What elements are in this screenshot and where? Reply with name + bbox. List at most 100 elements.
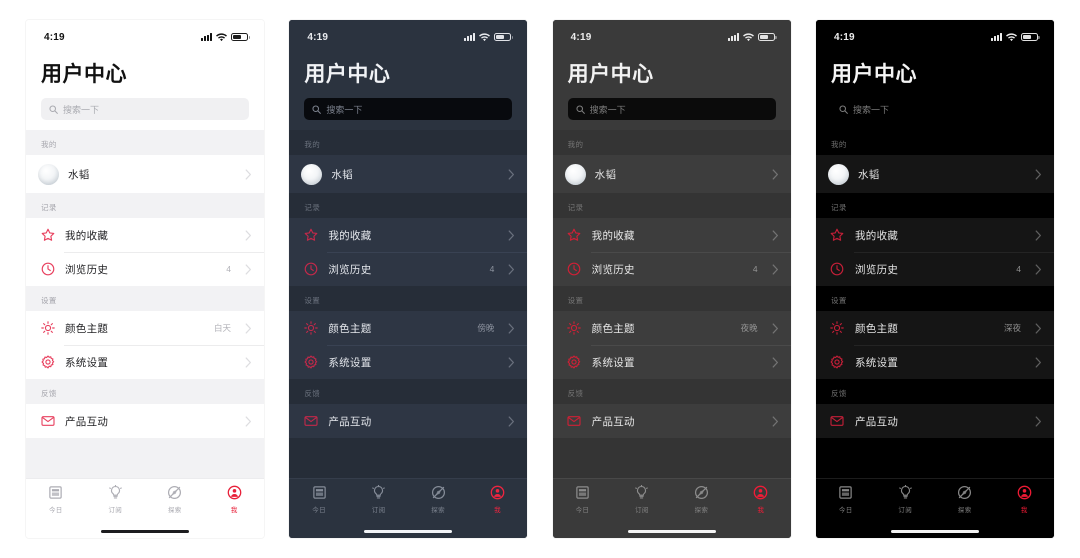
tab-today[interactable]: 今日: [553, 484, 613, 514]
row-product-feedback[interactable]: 产品互动: [816, 404, 1054, 438]
screenshot-stage: 4:19 用户中心 搜索一下 我的 水韬 记录 我的收藏 浏览历史 4 设置 颜…: [0, 0, 1080, 558]
section-header-feedback: 反馈: [304, 389, 321, 398]
settings-list[interactable]: 我的 水韬 记录 我的收藏 浏览历史 4: [26, 130, 264, 478]
group-mine: 水韬: [552, 155, 791, 193]
tab-label: 探索: [694, 507, 709, 514]
search-input[interactable]: 搜索一下: [830, 98, 1039, 120]
row-browse-history[interactable]: 浏览历史 4: [816, 252, 1054, 286]
home-indicator: [289, 524, 528, 538]
user-name: 水韬: [68, 168, 90, 181]
row-color-theme[interactable]: 颜色主题 深夜: [816, 311, 1054, 345]
row-label: 产品互动: [328, 415, 372, 428]
row-product-feedback[interactable]: 产品互动: [553, 404, 791, 438]
chevron-right-icon: [772, 263, 779, 275]
chevron-right-icon: [245, 229, 252, 241]
tab-bar[interactable]: 今日 订阅 探索 我: [289, 478, 528, 524]
settings-list[interactable]: 我的 水韬 记录 我的收藏 浏览历史 4: [815, 130, 1054, 478]
section-header-records: 记录: [567, 203, 584, 212]
tab-subscriptions[interactable]: 订阅: [86, 484, 146, 514]
tab-explore[interactable]: 探索: [935, 484, 995, 514]
row-user-profile[interactable]: 水韬: [816, 155, 1054, 193]
row-user-profile[interactable]: 水韬: [553, 155, 791, 193]
person-icon: [1016, 484, 1033, 501]
row-my-favorites[interactable]: 我的收藏: [26, 218, 264, 252]
row-label: 系统设置: [65, 356, 109, 369]
tab-me[interactable]: 我: [468, 484, 528, 514]
search-input[interactable]: 搜索一下: [567, 98, 776, 120]
star-icon: [303, 228, 318, 243]
newspaper-icon: [574, 484, 591, 501]
search-input[interactable]: 搜索一下: [41, 98, 249, 120]
settings-list[interactable]: 我的 水韬 记录 我的收藏 浏览历史 4: [289, 130, 528, 478]
row-color-theme[interactable]: 颜色主题 白天: [26, 311, 264, 345]
row-browse-history[interactable]: 浏览历史 4: [553, 252, 791, 286]
tab-explore[interactable]: 探索: [408, 484, 468, 514]
wifi-icon: [479, 32, 491, 42]
settings-list[interactable]: 我的 水韬 记录 我的收藏 浏览历史 4: [552, 130, 791, 478]
tab-me[interactable]: 我: [205, 484, 265, 514]
tab-subscriptions[interactable]: 订阅: [875, 484, 935, 514]
tab-today[interactable]: 今日: [26, 484, 86, 514]
tab-explore[interactable]: 探索: [145, 484, 205, 514]
row-my-favorites[interactable]: 我的收藏: [553, 218, 791, 252]
row-browse-history[interactable]: 浏览历史 4: [26, 252, 264, 286]
lightbulb-icon: [370, 484, 387, 501]
row-system-settings[interactable]: 系统设置: [553, 345, 791, 379]
tab-me[interactable]: 我: [731, 484, 791, 514]
tab-label: 今日: [48, 507, 63, 514]
row-label: 我的收藏: [591, 229, 635, 242]
row-system-settings[interactable]: 系统设置: [816, 345, 1054, 379]
person-icon: [226, 484, 243, 501]
page-title: 用户中心: [41, 63, 127, 86]
section-header-mine: 我的: [304, 140, 321, 149]
clock-icon: [40, 262, 55, 277]
row-color-theme[interactable]: 颜色主题 傍晚: [289, 311, 527, 345]
tab-subscriptions[interactable]: 订阅: [349, 484, 409, 514]
user-avatar: [827, 163, 849, 185]
row-my-favorites[interactable]: 我的收藏: [289, 218, 527, 252]
group-feedback: 产品互动: [289, 404, 528, 438]
chevron-right-icon: [508, 356, 515, 368]
search-icon: [49, 104, 58, 114]
row-user-profile[interactable]: 水韬: [289, 155, 527, 193]
chevron-right-icon: [245, 263, 252, 275]
history-count-badge: 4: [752, 264, 758, 274]
row-user-profile[interactable]: 水韬: [26, 155, 264, 193]
row-product-feedback[interactable]: 产品互动: [289, 404, 527, 438]
tab-bar[interactable]: 今日 订阅 探索 我: [26, 478, 264, 524]
group-feedback: 产品互动: [26, 404, 264, 438]
tab-bar[interactable]: 今日 订阅 探索 我: [552, 478, 791, 524]
group-mine: 水韬: [289, 155, 528, 193]
compass-icon: [956, 484, 973, 501]
cellular-signal-icon: [990, 33, 1002, 41]
envelope-icon: [567, 414, 582, 429]
row-label: 浏览历史: [328, 263, 372, 276]
row-color-theme[interactable]: 颜色主题 夜晚: [553, 311, 791, 345]
row-system-settings[interactable]: 系统设置: [26, 345, 264, 379]
row-product-feedback[interactable]: 产品互动: [26, 404, 264, 438]
tab-bar[interactable]: 今日 订阅 探索 我: [815, 478, 1054, 524]
search-input[interactable]: 搜索一下: [304, 98, 513, 120]
status-bar-time: 4:19: [44, 31, 65, 43]
person-icon: [752, 484, 769, 501]
user-name: 水韬: [594, 168, 617, 181]
row-system-settings[interactable]: 系统设置: [289, 345, 528, 379]
status-bar-time: 4:19: [307, 31, 329, 43]
row-my-favorites[interactable]: 我的收藏: [816, 218, 1054, 252]
row-browse-history[interactable]: 浏览历史 4: [289, 252, 528, 286]
tab-today[interactable]: 今日: [816, 484, 876, 514]
chevron-right-icon: [245, 322, 252, 334]
chevron-right-icon: [772, 168, 779, 180]
section-header-feedback: 反馈: [41, 389, 57, 398]
tab-subscriptions[interactable]: 订阅: [612, 484, 672, 514]
tab-explore[interactable]: 探索: [672, 484, 732, 514]
group-settings: 颜色主题 傍晚 系统设置: [289, 311, 528, 379]
chevron-right-icon: [508, 229, 515, 241]
group-mine: 水韬: [26, 155, 264, 193]
theme-value: 白天: [213, 323, 231, 333]
battery-icon: [1020, 32, 1040, 42]
tab-today[interactable]: 今日: [289, 484, 349, 514]
tab-label: 订阅: [371, 507, 386, 514]
tab-label: 订阅: [898, 507, 913, 514]
tab-me[interactable]: 我: [994, 484, 1054, 514]
